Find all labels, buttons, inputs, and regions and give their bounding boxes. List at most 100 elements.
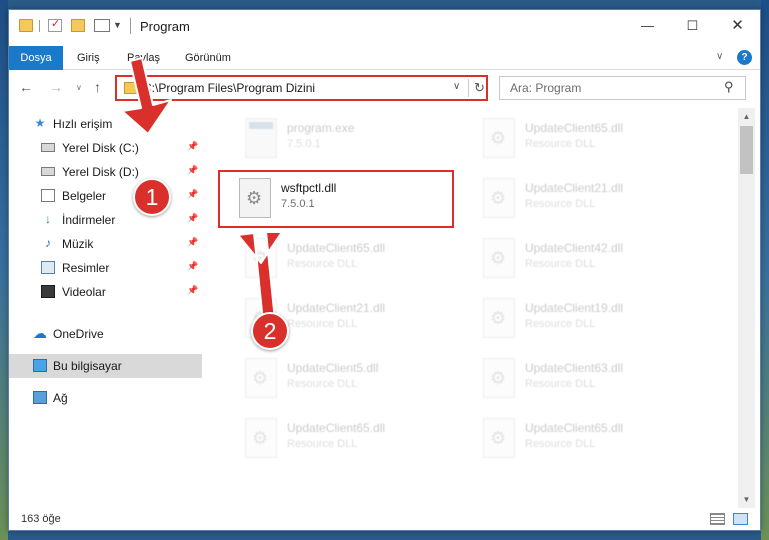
help-icon[interactable]: ?	[737, 50, 752, 65]
refresh-button[interactable]: ↻	[474, 80, 485, 96]
this-pc-icon	[33, 359, 47, 372]
file-item[interactable]: program.exe 7.5.0.1	[237, 112, 473, 166]
back-button[interactable]: ←	[19, 79, 33, 95]
gear-icon: ⚙	[490, 128, 507, 148]
callout-badge-2: 2	[251, 312, 289, 350]
drive-icon	[41, 167, 55, 176]
sidebar-item-network[interactable]: Ağ	[9, 386, 202, 410]
address-bar[interactable]: C:\Program Files\Program Dizini ∨ ↻	[115, 75, 488, 101]
customize-toolbar-chevron-icon[interactable]: ▼	[113, 20, 122, 30]
file-item[interactable]: ⚙ UpdateClient65.dll Resource DLL	[475, 412, 711, 466]
sidebar-item-videos[interactable]: Videolar 📌	[9, 280, 202, 304]
file-item[interactable]: ⚙ UpdateClient65.dll Resource DLL	[237, 232, 473, 286]
sidebar-item-label: Resimler	[62, 261, 110, 275]
file-description: Resource DLL	[287, 378, 358, 390]
dll-file-icon: ⚙	[483, 178, 515, 218]
file-explorer-window: ▼ Program — ☐ ✕ Dosya Giriş Paylaş Görün…	[8, 9, 761, 531]
gear-icon: ⚙	[490, 308, 507, 328]
file-description: Resource DLL	[525, 198, 596, 210]
maximize-button[interactable]: ☐	[670, 10, 715, 42]
pin-icon[interactable]: 📌	[187, 261, 198, 272]
scroll-down-arrow-icon[interactable]: ▼	[738, 491, 755, 508]
title-divider	[39, 20, 40, 32]
file-item[interactable]: ⚙ UpdateClient19.dll Resource DLL	[475, 292, 711, 346]
recent-locations-chevron-icon[interactable]: ∨	[76, 83, 82, 92]
exe-file-icon	[245, 118, 277, 158]
sidebar-item-downloads[interactable]: ↓ İndirmeler 📌	[9, 208, 202, 232]
view-options-icon[interactable]	[94, 19, 110, 32]
tab-home[interactable]: Giriş	[67, 46, 110, 70]
vertical-scrollbar[interactable]: ▲ ▼	[738, 108, 755, 508]
search-input[interactable]	[500, 77, 720, 99]
file-name: UpdateClient42.dll	[525, 241, 624, 255]
scroll-up-arrow-icon[interactable]: ▲	[738, 108, 755, 125]
sidebar-item-label: İndirmeler	[62, 213, 116, 227]
file-name: UpdateClient65.dll	[287, 241, 386, 255]
pin-icon[interactable]: 📌	[187, 189, 198, 200]
dll-file-icon: ⚙	[245, 238, 277, 278]
minimize-button[interactable]: —	[625, 10, 670, 42]
address-path[interactable]: C:\Program Files\Program Dizini	[143, 81, 315, 95]
scroll-thumb[interactable]	[740, 126, 753, 174]
dll-file-icon: ⚙	[483, 418, 515, 458]
dll-file-icon: ⚙	[245, 418, 277, 458]
file-item[interactable]: ⚙ UpdateClient5.dll Resource DLL	[237, 352, 473, 406]
file-description: Resource DLL	[287, 318, 358, 330]
file-version: 7.5.0.1	[287, 138, 321, 150]
search-icon[interactable]: ⚲	[724, 79, 734, 95]
gear-icon: ⚙	[490, 428, 507, 448]
sidebar-item-documents[interactable]: Belgeler 📌	[9, 184, 202, 208]
close-button[interactable]: ✕	[715, 10, 760, 42]
desktop-background-left	[0, 0, 8, 540]
sidebar-item-label: Hızlı erişim	[53, 117, 113, 131]
sidebar-item-music[interactable]: ♪ Müzik 📌	[9, 232, 202, 256]
tab-file[interactable]: Dosya	[9, 46, 63, 70]
search-box[interactable]: ⚲	[499, 76, 746, 100]
new-folder-icon[interactable]	[71, 19, 85, 32]
pin-icon[interactable]: 📌	[187, 285, 198, 296]
file-item[interactable]: ⚙ UpdateClient65.dll Resource DLL	[475, 112, 711, 166]
folder-icon	[19, 19, 33, 32]
onedrive-icon: ☁	[33, 325, 47, 341]
file-name: UpdateClient5.dll	[287, 361, 379, 375]
gear-icon: ⚙	[252, 368, 269, 388]
sidebar-item-quick-access[interactable]: ★ Hızlı erişim	[9, 112, 202, 136]
file-name: UpdateClient65.dll	[525, 121, 624, 135]
address-divider	[468, 79, 469, 97]
pin-icon[interactable]: 📌	[187, 141, 198, 152]
large-icons-view-icon[interactable]	[733, 513, 748, 525]
address-history-chevron-icon[interactable]: ∨	[453, 81, 460, 92]
sidebar-item-onedrive[interactable]: ☁ OneDrive	[9, 322, 202, 346]
title-bar: ▼ Program — ☐ ✕	[9, 10, 760, 42]
sidebar-item-label: Belgeler	[62, 189, 107, 203]
file-item[interactable]: ⚙ UpdateClient21.dll Resource DLL	[475, 172, 711, 226]
file-description: Resource DLL	[525, 378, 596, 390]
sidebar-item-pictures[interactable]: Resimler 📌	[9, 256, 202, 280]
pin-icon[interactable]: 📌	[187, 165, 198, 176]
file-item[interactable]: ⚙ UpdateClient65.dll Resource DLL	[237, 412, 473, 466]
file-name: UpdateClient65.dll	[287, 421, 386, 435]
sidebar-item-local-disk-d[interactable]: Yerel Disk (D:) 📌	[9, 160, 202, 184]
expand-ribbon-chevron-icon[interactable]: ∨	[716, 51, 723, 62]
up-button[interactable]: ↑	[94, 79, 101, 95]
pin-icon[interactable]: 📌	[187, 237, 198, 248]
sidebar-item-this-pc[interactable]: Bu bilgisayar	[9, 354, 202, 378]
gear-icon: ⚙	[252, 428, 269, 448]
music-icon: ♪	[45, 236, 51, 250]
file-item[interactable]: ⚙ UpdateClient42.dll Resource DLL	[475, 232, 711, 286]
gear-icon: ⚙	[252, 248, 269, 268]
file-description: Resource DLL	[525, 438, 596, 450]
properties-icon[interactable]	[48, 17, 62, 32]
file-name: UpdateClient65.dll	[525, 421, 624, 435]
tab-share[interactable]: Paylaş	[117, 46, 170, 70]
pin-icon[interactable]: 📌	[187, 213, 198, 224]
navigation-bar: ← → ∨ ↑ C:\Program Files\Program Dizini …	[9, 71, 760, 105]
sidebar-item-label: Yerel Disk (D:)	[62, 165, 139, 179]
documents-icon	[41, 189, 55, 202]
file-item[interactable]: ⚙ UpdateClient63.dll Resource DLL	[475, 352, 711, 406]
tab-view[interactable]: Görünüm	[175, 46, 241, 70]
details-view-icon[interactable]	[710, 513, 725, 525]
status-bar: 163 öğe	[9, 509, 760, 530]
sidebar-item-local-disk-c[interactable]: Yerel Disk (C:) 📌	[9, 136, 202, 160]
forward-button[interactable]: →	[49, 79, 63, 95]
